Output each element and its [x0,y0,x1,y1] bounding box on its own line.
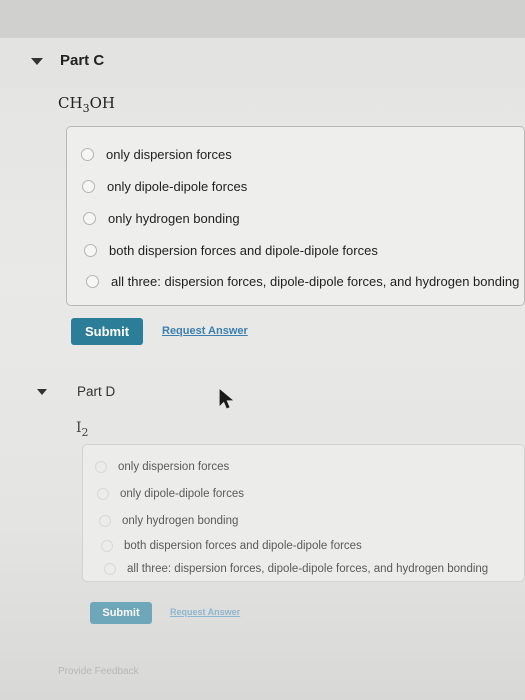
part-c-request-answer-link[interactable]: Request Answer [162,325,248,337]
option-row[interactable]: all three: dispersion forces, dipole-dip… [86,274,519,289]
part-c-formula: CH3OH [58,94,115,115]
option-row[interactable]: both dispersion forces and dipole-dipole… [84,243,378,258]
option-row[interactable]: only dispersion forces [81,147,232,162]
option-row[interactable]: both dispersion forces and dipole-dipole… [101,540,362,552]
radio-button[interactable] [101,540,113,552]
part-d-request-answer-link[interactable]: Request Answer [170,607,240,617]
option-row[interactable]: only hydrogen bonding [83,211,240,226]
option-label[interactable]: only hydrogen bonding [122,515,238,527]
collapse-caret-icon[interactable] [37,389,47,395]
option-row[interactable]: only dispersion forces [95,461,229,473]
provide-feedback-link[interactable]: Provide Feedback [58,666,139,677]
option-label[interactable]: only dispersion forces [106,147,232,162]
option-label[interactable]: only dispersion forces [118,461,229,473]
option-label[interactable]: only hydrogen bonding [108,211,240,226]
part-d-title[interactable]: Part D [77,384,115,399]
option-row[interactable]: all three: dispersion forces, dipole-dip… [104,563,488,575]
radio-button[interactable] [95,461,107,473]
option-label[interactable]: only dipole-dipole forces [107,179,247,194]
option-label[interactable]: both dispersion forces and dipole-dipole… [109,243,378,258]
option-label[interactable]: only dipole-dipole forces [120,488,244,500]
radio-button[interactable] [86,275,99,288]
part-d-formula: I2 [76,420,89,439]
radio-button[interactable] [99,515,111,527]
radio-button[interactable] [83,212,96,225]
option-row[interactable]: only dipole-dipole forces [97,488,244,500]
mouse-pointer-icon [219,389,234,409]
option-label[interactable]: all three: dispersion forces, dipole-dip… [111,274,519,289]
radio-button[interactable] [82,180,95,193]
radio-button[interactable] [97,488,109,500]
part-c-submit-button[interactable]: Submit [71,318,143,345]
part-c-title[interactable]: Part C [60,52,104,69]
radio-button[interactable] [84,244,97,257]
radio-button[interactable] [81,148,94,161]
option-label[interactable]: all three: dispersion forces, dipole-dip… [127,563,488,575]
option-row[interactable]: only hydrogen bonding [99,515,238,527]
option-row[interactable]: only dipole-dipole forces [82,179,247,194]
collapse-caret-icon[interactable] [31,58,43,65]
part-d-submit-button[interactable]: Submit [90,602,152,624]
radio-button[interactable] [104,563,116,575]
option-label[interactable]: both dispersion forces and dipole-dipole… [124,540,362,552]
top-strip [0,0,525,38]
